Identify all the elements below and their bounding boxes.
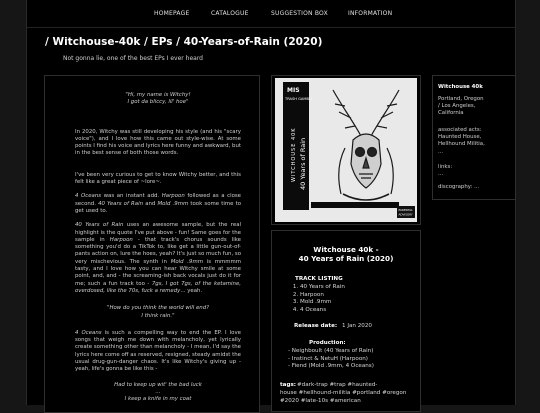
nav-catalogue[interactable]: CATALOGUE [211,10,249,17]
release-date-label: Release date: [294,323,338,329]
album-info-panel: Witchouse 40k - 40 Years of Rain (2020) … [271,230,421,412]
links-label: links: [438,164,453,170]
production-label: Production: [309,340,346,346]
artist-name[interactable]: Witchouse 40k [438,84,483,90]
associated-acts-label: associated acts: [438,127,482,133]
track-item: Harpoon [300,292,345,300]
track-item: Mold .9mm [300,299,345,307]
production-credits: - Neighboult (40 Years of Rain) - Instin… [288,348,374,371]
lyric-quote: Had to keep up wit' the bad luck ... I k… [75,382,241,404]
associated-act[interactable]: Haunted House, [438,134,485,141]
artist-location: Portland, Oregon / Los Angeles, Californ… [438,96,484,118]
page-container: HOMEPAGE CATALOGUE SUGGESTION BOX INFORM… [26,0,516,413]
links-value[interactable]: ... [438,171,452,178]
cover-side-text: WITCHOUSE 40K [291,127,297,182]
review-paragraph: I've been very curious to get to know Wi… [75,171,241,186]
tags-line[interactable]: #2020 #late-10s #american [280,398,361,404]
quote-line: "Hi, my name is Witchy! [125,92,191,98]
album-cover: MIS TRASH GAMBO WITCHOUSE 40K 40 Years o… [271,75,421,225]
second-quote: "How do you think the world will end? I … [75,305,241,320]
tracklist-label: TRACK LISTING [295,276,343,282]
release-date-value: 1 Jan 2020 [342,323,372,329]
review-paragraph: 4 Oceans is such a compelling way to end… [75,329,241,373]
credit-line: - Fiend (Mold .9mm, 4 Oceans) [288,363,374,370]
tags-line[interactable]: #dark-trap #trap #haunted- [297,382,377,388]
quote-line: I think rain." [141,312,175,319]
tags-label: tags: [280,382,297,388]
quote-line: I got da bliccy, lil' hoe" [127,99,189,106]
review-text: "Hi, my name is Witchy! I got da bliccy,… [75,92,241,411]
top-navigation: HOMEPAGE CATALOGUE SUGGESTION BOX INFORM… [27,0,515,28]
album-heading-line: Witchouse 40k - [313,245,379,254]
artist-sidebar: Witchouse 40k Portland, Oregon / Los Ang… [432,75,516,200]
page-subtitle: Not gonna lie, one of the best EPs I eve… [63,55,203,62]
review-paragraph: 4 Oceans was an instant add. Harpoon fol… [75,193,242,214]
cover-sublabel: TRASH GAMBO [284,97,312,101]
artwork-graphic: MIS TRASH GAMBO WITCHOUSE 40K 40 Years o… [275,78,417,222]
discography-link[interactable]: discography: ... [438,184,479,191]
track-item: 4 Oceans [300,307,345,315]
location-line: California [438,110,464,117]
album-artwork: MIS TRASH GAMBO WITCHOUSE 40K 40 Years o… [275,78,417,222]
page-title: / Witchouse-40k / EPs / 40-Years-of-Rain… [45,36,323,48]
credit-line: - Instinct & NetuH (Harpoon) [288,355,368,362]
associated-act: ... [438,148,444,155]
nav-suggestion-box[interactable]: SUGGESTION BOX [271,10,328,17]
cover-title-text: 40 Years of Rain [299,138,307,190]
nav-homepage[interactable]: HOMEPAGE [154,10,189,17]
quote-line: I keep a knife in my coat [124,396,192,403]
location-line: Portland, Oregon [438,96,484,102]
advisory-label: PARENTAL [399,208,414,212]
tracklist: 40 Years of Rain Harpoon Mold .9mm 4 Oce… [289,284,345,315]
associated-act[interactable]: Hellhound Militia, [438,141,485,148]
location-line: / Los Angeles, [438,103,476,110]
cover-label: MIS [287,87,300,94]
quote-line: ... [155,388,161,395]
review-paragraph: 40 Years of Rain uses an awesome sample,… [75,222,241,294]
review-paragraph: In 2020, Witchy was still developing his… [75,128,241,157]
track-item: 40 Years of Rain [300,284,345,292]
album-heading-line: 40 Years of Rain (2020) [298,254,394,263]
associated-acts: associated acts: Haunted House, Hellhoun… [438,127,485,156]
review-panel: "Hi, my name is Witchy! I got da bliccy,… [44,75,260,413]
links-section: links: ... [438,164,452,178]
tags-line[interactable]: house #hellhound-militia #portland #oreg… [280,390,406,396]
credit-line: - Neighboult (40 Years of Rain) [288,348,374,354]
quote-line: "How do you think the world will end? [106,305,210,312]
opening-quote: "Hi, my name is Witchy! I got da bliccy,… [75,92,241,107]
quote-line: Had to keep up wit' the bad luck [114,381,202,388]
nav-information[interactable]: INFORMATION [348,10,392,17]
album-heading: Witchouse 40k - 40 Years of Rain (2020) [272,245,420,263]
advisory-label: ADVISORY [399,213,413,217]
